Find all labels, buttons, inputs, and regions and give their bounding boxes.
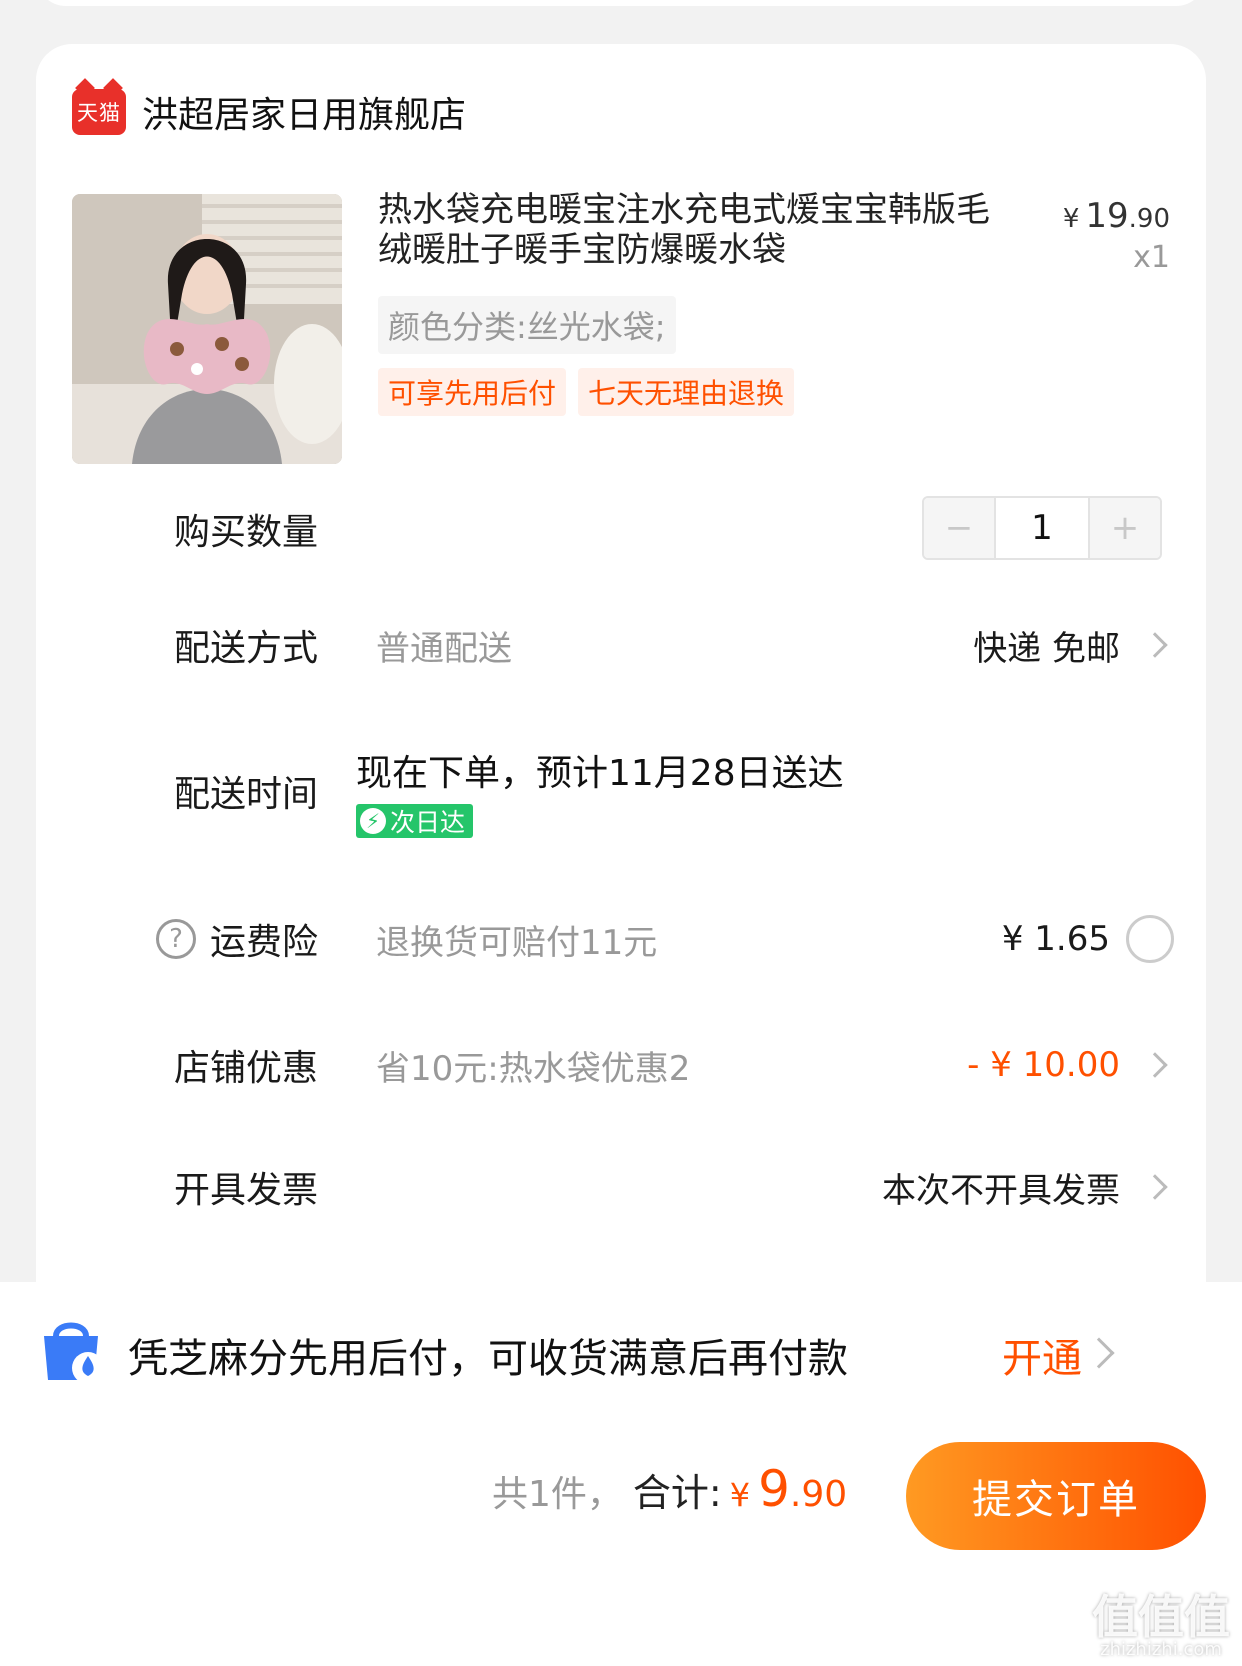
checkout-bar: 凭芝麻分先用后付，可收货满意后再付款 开通 共1件， 合计: ¥ 9 .90 提… [0, 1282, 1242, 1666]
invoice-label: 开具发票 [174, 1170, 319, 1211]
delivery-time-label: 配送时间 [174, 774, 319, 815]
shipping-label: 配送方式 [174, 628, 319, 669]
product-price: ¥19.90 [1063, 196, 1170, 236]
decrease-button[interactable]: − [924, 498, 994, 558]
order-total: 共1件， 合计: ¥ 9 .90 [492, 1460, 847, 1518]
tag-7-day-return: 七天无理由退换 [578, 368, 795, 416]
item-count: 共1件， [492, 1474, 623, 1515]
quantity-label: 购买数量 [174, 512, 319, 553]
order-card: 天猫 洪超居家日用旗舰店 热水袋充电暖宝注水充电式煖宝宝韩版毛绒暖肚子暖手宝防爆… [36, 44, 1206, 1374]
chevron-right-icon [1083, 1337, 1115, 1369]
watermark-url: zhizhizhi.com [1100, 1639, 1222, 1660]
total-integer: 9 [758, 1460, 790, 1518]
submit-order-button[interactable]: 提交订单 [906, 1442, 1206, 1550]
price-decimal: .90 [1128, 204, 1170, 234]
product-quantity: x1 [1133, 240, 1170, 275]
tmall-logo-icon: 天猫 [72, 89, 126, 135]
insurance-price: ¥ 1.65 [1001, 919, 1110, 959]
shopping-bag-icon [38, 1316, 104, 1386]
chevron-right-icon [1142, 1174, 1168, 1200]
next-day-label: 次日达 [390, 808, 466, 837]
question-mark-icon[interactable]: ? [156, 919, 196, 959]
lightning-icon: ⚡ [360, 808, 386, 834]
quantity-value[interactable]: 1 [994, 498, 1090, 558]
insurance-desc: 退换货可赔付11元 [376, 922, 658, 963]
insurance-radio[interactable] [1126, 915, 1174, 963]
product-title[interactable]: 热水袋充电暖宝注水充电式煖宝宝韩版毛绒暖肚子暖手宝防爆暖水袋 [378, 190, 998, 270]
quantity-stepper[interactable]: − 1 + [922, 496, 1162, 560]
shipping-value: 快递 免邮 [973, 628, 1120, 669]
product-photo [72, 194, 342, 464]
previous-card-edge [36, 0, 1206, 6]
store-discount-label: 店铺优惠 [174, 1048, 319, 1089]
store-discount-value: - ¥ 10.00 [967, 1045, 1120, 1085]
activate-link[interactable]: 开通 [1002, 1326, 1082, 1384]
store-discount-desc: 省10元:热水袋优惠2 [376, 1048, 691, 1089]
chevron-right-icon [1142, 632, 1168, 658]
price-currency: ¥ [1062, 204, 1080, 234]
next-day-badge: ⚡ 次日达 [356, 804, 474, 838]
total-label: 合计: [632, 1471, 722, 1515]
chevron-right-icon [1142, 1052, 1168, 1078]
insurance-row[interactable]: ? 运费险 退换货可赔付11元 ¥ 1.65 [36, 904, 1206, 974]
total-decimal: .90 [789, 1474, 848, 1515]
shipping-method: 普通配送 [376, 628, 512, 669]
increase-button[interactable]: + [1090, 498, 1160, 558]
store-header[interactable]: 天猫 洪超居家日用旗舰店 [72, 86, 466, 138]
watermark: 值值值 zhizhizhi.com [1092, 1594, 1230, 1660]
invoice-value: 本次不开具发票 [882, 1170, 1120, 1211]
delivery-estimate: 现在下单，预计11月28日送达 [356, 753, 844, 794]
insurance-label: 运费险 [210, 922, 319, 963]
service-tags: 可享先用后付 七天无理由退换 [378, 368, 795, 416]
price-integer: 19 [1085, 196, 1129, 236]
total-currency: ¥ [729, 1476, 751, 1514]
product-image[interactable] [72, 194, 342, 464]
store-name: 洪超居家日用旗舰店 [142, 95, 467, 136]
tag-pay-later: 可享先用后付 [378, 368, 567, 416]
watermark-logo: 值值值 [1092, 1590, 1230, 1644]
store-discount-row[interactable]: 店铺优惠 省10元:热水袋优惠2 - ¥ 10.00 [36, 1030, 1206, 1100]
invoice-row[interactable]: 开具发票 本次不开具发票 [36, 1152, 1206, 1222]
product-sku[interactable]: 颜色分类:丝光水袋; [378, 296, 676, 354]
pay-later-text: 凭芝麻分先用后付，可收货满意后再付款 [128, 1336, 848, 1382]
shipping-row[interactable]: 配送方式 普通配送 快递 免邮 [36, 610, 1206, 680]
